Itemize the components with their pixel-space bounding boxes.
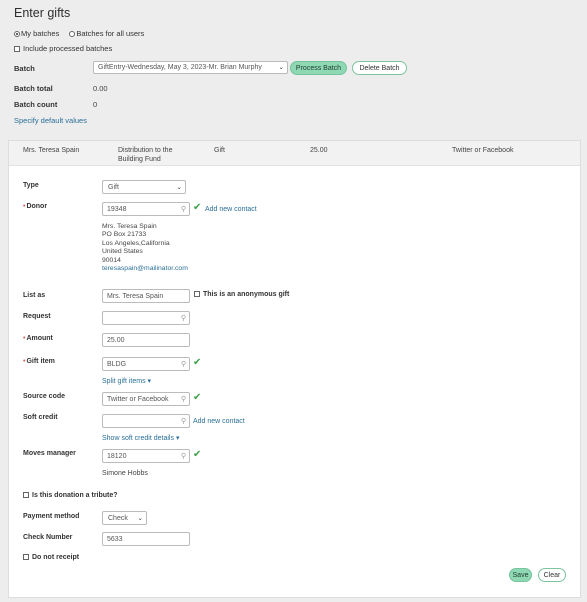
split-gift-items-text: Split gift items	[102, 378, 146, 385]
delete-batch-button[interactable]: Delete Batch	[352, 61, 407, 75]
my-batches-radio[interactable]	[14, 31, 20, 38]
caret-down-icon: ▾	[175, 435, 180, 442]
check-icon: ✔	[193, 449, 202, 460]
moves-manager-label: Moves manager	[23, 450, 76, 457]
type-label: Type	[23, 182, 39, 189]
summary-donor: Mrs. Teresa Spain	[23, 147, 80, 154]
add-new-contact-link[interactable]: Add new contact	[205, 206, 257, 213]
batch-total-value: 0.00	[93, 84, 108, 93]
check-number-input[interactable]: 5633	[102, 532, 190, 546]
process-batch-button[interactable]: Process Batch	[290, 61, 347, 75]
search-icon[interactable]: ⚲	[181, 205, 186, 213]
tribute-label: Is this donation a tribute?	[32, 492, 118, 499]
moves-manager-name: Simone Hobbs	[102, 470, 148, 477]
gift-item-label-text: Gift item	[26, 358, 55, 365]
chevron-down-icon: ⌄	[278, 64, 284, 71]
do-not-receipt-label: Do not receipt	[32, 554, 80, 561]
address-name: Mrs. Teresa Spain	[102, 223, 157, 230]
chevron-down-icon: ⌄	[137, 515, 143, 522]
gift-item-input-value: BLDG	[107, 361, 127, 368]
check-icon: ✔	[193, 392, 202, 403]
batch-select[interactable]: GiftEntry-Wednesday, May 3, 2023-Mr. Bri…	[93, 61, 288, 74]
source-code-input[interactable]: Twitter or Facebook ⚲	[102, 392, 190, 406]
address-email-link[interactable]: teresaspain@mailinator.com	[102, 265, 188, 273]
gift-item-label: •Gift item	[23, 358, 55, 365]
batch-count-label: Batch count	[14, 100, 58, 109]
batch-count-value: 0	[93, 100, 98, 109]
donor-label-text: Donor	[26, 203, 48, 210]
donor-input[interactable]: 19348 ⚲	[102, 202, 190, 216]
split-gift-items-link[interactable]: Split gift items ▾	[102, 377, 151, 385]
include-processed-checkbox[interactable]	[14, 46, 20, 53]
gift-entry-card: Mrs. Teresa Spain Distribution to the Bu…	[8, 140, 581, 598]
do-not-receipt-checkbox[interactable]	[23, 554, 29, 561]
address-country: United States	[102, 248, 143, 256]
check-icon: ✔	[193, 202, 202, 213]
request-label: Request	[23, 313, 51, 320]
do-not-receipt-option[interactable]: Do not receipt	[23, 554, 79, 561]
address-zip: 90014	[102, 256, 121, 264]
show-soft-credit-details-link[interactable]: Show soft credit details ▾	[102, 434, 179, 442]
search-icon[interactable]: ⚲	[181, 417, 186, 425]
clear-button[interactable]: Clear	[538, 568, 566, 582]
search-icon[interactable]: ⚲	[181, 314, 186, 322]
list-as-label: List as	[23, 292, 46, 299]
request-input[interactable]: ⚲	[102, 311, 190, 325]
amount-label: •Amount	[23, 335, 53, 342]
list-as-input[interactable]: Mrs. Teresa Spain	[102, 289, 190, 303]
donor-input-value: 19348	[107, 206, 127, 213]
all-batches-option[interactable]: Batches for all users	[69, 29, 144, 38]
gift-summary-row[interactable]: Mrs. Teresa Spain Distribution to the Bu…	[9, 141, 580, 166]
tribute-checkbox[interactable]	[23, 492, 29, 499]
caret-down-icon: ▾	[147, 378, 152, 385]
payment-method-label: Payment method	[23, 513, 80, 520]
amount-label-text: Amount	[26, 335, 53, 342]
summary-type: Gift	[214, 147, 225, 154]
payment-method-select[interactable]: Check ⌄	[102, 511, 147, 525]
batch-filter-radios: My batches Batches for all users	[14, 29, 144, 38]
all-batches-label: Batches for all users	[76, 29, 145, 38]
soft-credit-input[interactable]: ⚲	[102, 414, 190, 428]
amount-input[interactable]: 25.00	[102, 333, 190, 347]
save-button[interactable]: Save	[509, 568, 532, 582]
gift-item-input[interactable]: BLDG ⚲	[102, 357, 190, 371]
show-soft-credit-details-text: Show soft credit details	[102, 435, 174, 442]
source-code-label: Source code	[23, 393, 66, 400]
search-icon[interactable]: ⚲	[181, 360, 186, 368]
batch-select-value: GiftEntry-Wednesday, May 3, 2023-Mr. Bri…	[98, 64, 262, 71]
include-processed-option[interactable]: Include processed batches	[14, 44, 112, 53]
anonymous-label: This is an anonymous gift	[203, 291, 290, 298]
moves-manager-input[interactable]: 18120 ⚲	[102, 449, 190, 463]
check-icon: ✔	[193, 357, 202, 368]
tribute-option[interactable]: Is this donation a tribute?	[23, 492, 118, 499]
soft-credit-add-contact-link[interactable]: Add new contact	[193, 418, 245, 425]
address-line1: PO Box 21733	[102, 231, 147, 239]
search-icon[interactable]: ⚲	[181, 395, 186, 403]
anonymous-option[interactable]: This is an anonymous gift	[194, 291, 289, 298]
soft-credit-label: Soft credit	[23, 414, 58, 421]
anonymous-checkbox[interactable]	[194, 291, 200, 298]
batch-total-label: Batch total	[14, 84, 53, 93]
specify-defaults-link[interactable]: Specify default values	[14, 116, 87, 125]
summary-source: Twitter or Facebook	[452, 147, 514, 154]
batch-label: Batch	[14, 64, 35, 73]
donor-label: •Donor	[23, 203, 47, 210]
search-icon[interactable]: ⚲	[181, 452, 186, 460]
donor-address-block: Mrs. Teresa Spain PO Box 21733 Los Angel…	[102, 223, 188, 273]
address-line2: Los Angeles,California	[102, 239, 170, 247]
payment-method-value: Check	[108, 515, 128, 522]
chevron-down-icon: ⌄	[176, 184, 182, 191]
include-processed-label: Include processed batches	[23, 44, 113, 53]
moves-manager-input-value: 18120	[107, 453, 127, 460]
page-title: Enter gifts	[14, 6, 71, 20]
summary-distribution: Distribution to the Building Fund	[118, 147, 173, 163]
type-select[interactable]: Gift ⌄	[102, 180, 186, 194]
check-number-label: Check Number	[23, 534, 73, 541]
my-batches-label: My batches	[21, 29, 60, 38]
all-batches-radio[interactable]	[69, 31, 76, 38]
summary-amount: 25.00	[310, 147, 328, 154]
my-batches-option[interactable]: My batches	[14, 29, 59, 38]
type-select-value: Gift	[108, 184, 119, 191]
source-code-input-value: Twitter or Facebook	[107, 396, 169, 403]
